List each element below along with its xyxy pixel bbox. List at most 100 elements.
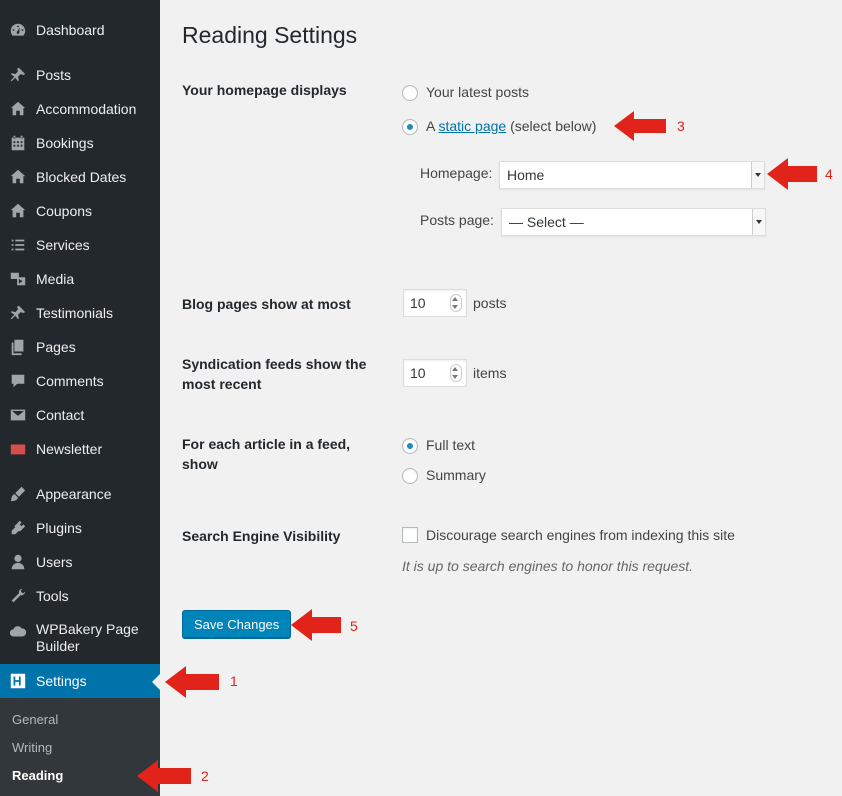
sidebar-item-comments[interactable]: Comments — [0, 364, 160, 398]
cloud-icon — [8, 623, 28, 641]
discourage-search-checkbox[interactable] — [402, 527, 418, 543]
sidebar-item-bookings[interactable]: Bookings — [0, 126, 160, 160]
sidebar-item-label: Services — [36, 236, 90, 253]
dashboard-icon — [8, 21, 28, 39]
pin-icon — [8, 66, 28, 84]
sidebar-item-users[interactable]: Users — [0, 545, 160, 579]
sidebar-item-label: Plugins — [36, 519, 82, 536]
sidebar-item-label: Newsletter — [36, 440, 103, 457]
homepage-select-label: Homepage: — [420, 165, 493, 181]
submenu-item-reading[interactable]: Reading — [12, 768, 63, 783]
static-page-suffix: (select below) — [510, 118, 597, 134]
annotation-arrow-5 — [291, 609, 341, 641]
page-title: Reading Settings — [182, 22, 358, 48]
sidebar-item-services[interactable]: Services — [0, 228, 160, 262]
annotation-number-5: 5 — [350, 618, 358, 634]
home-icon — [8, 168, 28, 186]
annotation-arrow-1 — [165, 666, 219, 698]
sidebar-item-label: Comments — [36, 372, 104, 389]
sidebar-item-label: Media — [36, 270, 75, 287]
full-text-label[interactable]: Full text — [426, 437, 475, 453]
blog-pages-label: Blog pages show at most — [182, 296, 351, 312]
annotation-number-3: 3 — [677, 118, 685, 134]
sidebar-item-wpbakery[interactable]: WPBakery Page Builder — [0, 621, 160, 665]
static-page-radio[interactable] — [402, 119, 418, 135]
stepper-arrows-icon — [452, 367, 460, 379]
annotation-arrow-4 — [767, 158, 817, 190]
newsletter-icon — [8, 440, 28, 458]
settings-icon — [8, 672, 28, 690]
summary-radio[interactable] — [402, 468, 418, 484]
feed-article-label: For each article in a feed, show — [182, 436, 351, 472]
syndication-input[interactable]: 10 — [403, 359, 467, 387]
sidebar-item-testimonials[interactable]: Testimonials — [0, 296, 160, 330]
syndication-value: 10 — [410, 365, 426, 381]
summary-label[interactable]: Summary — [426, 467, 486, 483]
comment-icon — [8, 372, 28, 390]
sidebar-item-label: Blocked Dates — [36, 168, 127, 185]
media-icon — [8, 270, 28, 288]
search-visibility-description: It is up to search engines to honor this… — [402, 558, 694, 574]
chevron-down-icon — [752, 209, 765, 235]
static-page-prefix: A — [426, 118, 435, 134]
full-text-radio[interactable] — [402, 438, 418, 454]
sidebar-item-pages[interactable]: Pages — [0, 330, 160, 364]
latest-posts-label[interactable]: Your latest posts — [426, 84, 529, 100]
homepage-displays-label: Your homepage displays — [182, 82, 347, 98]
static-page-link[interactable]: static page — [438, 118, 506, 134]
sidebar-item-label: Contact — [36, 406, 85, 423]
static-page-label[interactable]: A static page (select below) — [426, 118, 596, 134]
sidebar-item-coupons[interactable]: Coupons — [0, 194, 160, 228]
submenu-item-writing[interactable]: Writing — [12, 740, 52, 755]
blog-pages-unit: posts — [473, 295, 507, 311]
sidebar-item-label: Pages — [36, 338, 76, 355]
admin-sidebar: Dashboard Posts Accommodation Bookings B… — [0, 0, 160, 796]
home-icon — [8, 202, 28, 220]
brush-icon — [8, 485, 28, 503]
sidebar-item-plugins[interactable]: Plugins — [0, 511, 160, 545]
sidebar-item-label: Testimonials — [36, 304, 114, 321]
pin-icon — [8, 304, 28, 322]
sidebar-item-blocked-dates[interactable]: Blocked Dates — [0, 160, 160, 194]
sidebar-item-newsletter[interactable]: Newsletter — [0, 432, 160, 466]
user-icon — [8, 553, 28, 571]
posts-page-select[interactable]: — Select — — [501, 208, 766, 236]
sidebar-item-label: WPBakery Page Builder — [36, 621, 139, 654]
sidebar-item-accommodation[interactable]: Accommodation — [0, 92, 160, 126]
calendar-icon — [8, 134, 28, 152]
sidebar-item-contact[interactable]: Contact — [0, 398, 160, 432]
sidebar-item-label: Users — [36, 553, 73, 570]
sidebar-item-media[interactable]: Media — [0, 262, 160, 296]
homepage-select[interactable]: Home — [499, 161, 765, 189]
search-visibility-label: Search Engine Visibility — [182, 528, 341, 544]
sidebar-item-dashboard[interactable]: Dashboard — [0, 13, 160, 47]
annotation-number-2: 2 — [201, 768, 209, 784]
stepper-arrows-icon — [452, 297, 460, 309]
syndication-unit: items — [473, 365, 507, 381]
homepage-select-value: Home — [507, 167, 545, 183]
sidebar-item-settings[interactable]: Settings — [0, 664, 160, 698]
annotation-arrow-2 — [137, 760, 191, 792]
sidebar-item-label: Accommodation — [36, 100, 137, 117]
posts-page-select-label: Posts page: — [420, 212, 494, 228]
sidebar-item-label: Coupons — [36, 202, 93, 219]
sidebar-item-label: Dashboard — [36, 21, 105, 38]
submenu-item-general[interactable]: General — [12, 712, 58, 727]
sidebar-item-tools[interactable]: Tools — [0, 579, 160, 613]
home-icon — [8, 100, 28, 118]
sidebar-item-appearance[interactable]: Appearance — [0, 477, 160, 511]
mail-icon — [8, 406, 28, 424]
reading-settings-page: Reading Settings Your homepage displays … — [137, 0, 842, 796]
sidebar-item-label: Posts — [36, 66, 72, 83]
chevron-down-icon — [751, 162, 764, 188]
syndication-label: Syndication feeds show the most recent — [182, 356, 367, 392]
list-icon — [8, 236, 28, 254]
blog-pages-input[interactable]: 10 — [403, 289, 467, 317]
annotation-number-4: 4 — [825, 166, 833, 182]
save-changes-button[interactable]: Save Changes — [182, 610, 292, 638]
latest-posts-radio[interactable] — [402, 85, 418, 101]
annotation-arrow-3 — [614, 111, 666, 141]
sidebar-item-posts[interactable]: Posts — [0, 58, 160, 92]
discourage-search-label[interactable]: Discourage search engines from indexing … — [426, 527, 735, 543]
blog-pages-value: 10 — [410, 295, 426, 311]
